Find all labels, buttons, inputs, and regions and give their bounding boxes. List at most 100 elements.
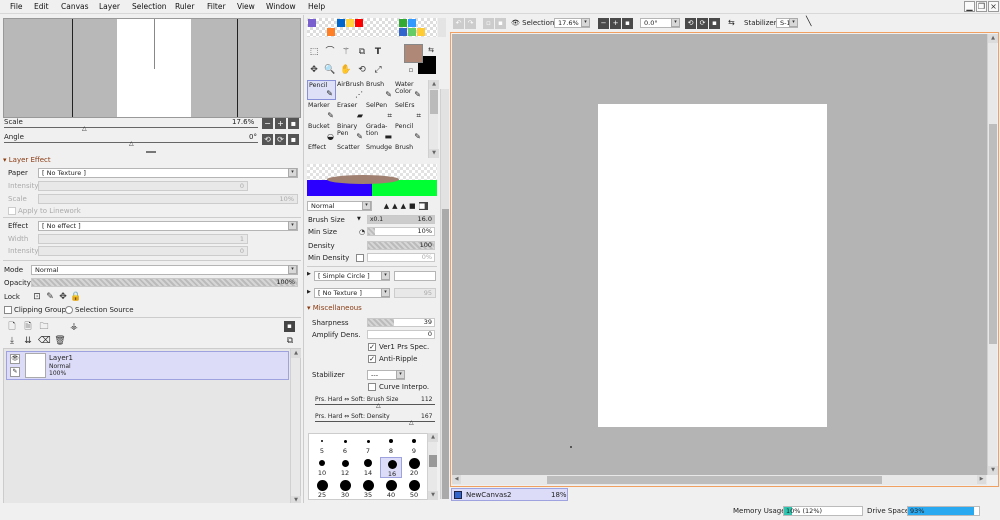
canvas-hscrollbar[interactable]: ◀ ▶ bbox=[452, 475, 987, 485]
scale-slider[interactable] bbox=[4, 127, 258, 128]
brush-size-preset[interactable]: 7 bbox=[357, 435, 379, 456]
layer-effect-header[interactable]: ▾ Layer Effect bbox=[3, 156, 51, 164]
swatch[interactable] bbox=[327, 28, 335, 36]
intensity-slider[interactable]: 0 bbox=[38, 181, 248, 191]
panel-splitter[interactable] bbox=[146, 151, 156, 153]
drawing-canvas[interactable] bbox=[598, 104, 827, 427]
brush-size-preset[interactable]: 16 bbox=[380, 457, 402, 478]
scroll-up-icon[interactable]: ▲ bbox=[429, 80, 439, 89]
brush-tool-airbrush[interactable]: AirBrush ⋰ bbox=[336, 80, 365, 100]
menu-ruler[interactable]: Ruler bbox=[175, 2, 194, 11]
prs-density-thumb[interactable]: △ bbox=[409, 419, 414, 426]
chevron-down-icon[interactable]: ▾ bbox=[288, 221, 297, 230]
layer-merge-icon[interactable]: ⚶ bbox=[68, 321, 80, 333]
effect-intensity-slider[interactable]: 0 bbox=[38, 246, 248, 256]
selection-source-label[interactable]: Selection Source bbox=[75, 306, 134, 314]
select-icon[interactable]: ⧉ bbox=[356, 46, 368, 58]
zoom-in-icon[interactable]: + bbox=[610, 18, 621, 29]
rotate-right-button[interactable]: ⟳ bbox=[275, 134, 286, 145]
brush-size-preset[interactable]: 8 bbox=[380, 435, 402, 456]
zoom-in-button[interactable]: + bbox=[275, 118, 286, 129]
swatch[interactable] bbox=[346, 19, 354, 27]
clear-layer-icon[interactable]: ⌫ bbox=[38, 335, 51, 347]
swatch[interactable] bbox=[408, 28, 416, 36]
text-tool-icon[interactable]: T bbox=[372, 46, 384, 58]
prs-size-thumb[interactable]: △ bbox=[376, 402, 381, 409]
clipping-group-checkbox[interactable] bbox=[4, 306, 12, 314]
chevron-down-icon[interactable]: ▾ bbox=[671, 18, 680, 27]
lock-transparency-icon[interactable]: ⊡ bbox=[31, 291, 43, 303]
brush-tool-selers[interactable]: SelErs ⌗ bbox=[394, 101, 423, 121]
brush-tool-marker[interactable]: Marker ✎ bbox=[307, 101, 336, 121]
paper-dropdown[interactable]: [ No Texture ] bbox=[38, 168, 298, 178]
new-folder-icon[interactable]: 🗀 bbox=[38, 321, 50, 333]
brush-size-preset[interactable]: 12 bbox=[334, 457, 356, 478]
presets-scrollbar[interactable]: ▲ ▼ bbox=[427, 433, 438, 500]
chevron-down-icon[interactable]: ▾ bbox=[362, 201, 371, 210]
scale-slider-thumb[interactable]: △ bbox=[82, 125, 87, 132]
menu-edit[interactable]: Edit bbox=[34, 2, 49, 11]
brush-shape-dropdown[interactable]: [ Simple Circle ] bbox=[314, 271, 390, 281]
swatch[interactable] bbox=[355, 19, 363, 27]
hand-icon[interactable]: ✋ bbox=[340, 64, 352, 76]
transparent-color-icon[interactable]: ▫ bbox=[405, 64, 417, 76]
chevron-down-icon[interactable]: ▾ bbox=[581, 18, 590, 27]
swap-colors-icon[interactable]: ⇆ bbox=[425, 44, 437, 56]
brush-size-preset[interactable]: 25 bbox=[311, 479, 333, 500]
brush-tool-smudge[interactable]: Smudge bbox=[365, 143, 394, 163]
brush-tool-pencil[interactable]: Pencil ✎ bbox=[307, 80, 336, 100]
scroll-down-icon[interactable]: ▼ bbox=[429, 149, 439, 158]
opacity-slider[interactable]: 100% bbox=[31, 278, 298, 287]
color-swatches[interactable] bbox=[307, 18, 437, 37]
deselect-icon[interactable]: ▫ bbox=[483, 18, 494, 29]
swatch[interactable] bbox=[399, 28, 407, 36]
brush-size-preset[interactable]: 9 bbox=[403, 435, 425, 456]
brush-size-preset[interactable]: 35 bbox=[357, 479, 379, 500]
prs-size-slider[interactable] bbox=[315, 404, 435, 405]
swatch[interactable] bbox=[417, 28, 425, 36]
layer-list-scrollbar[interactable]: ▲ ▼ bbox=[290, 349, 301, 505]
angle-slider-thumb[interactable]: △ bbox=[129, 140, 134, 147]
brush-tool-scatter[interactable]: Scatter bbox=[336, 143, 365, 163]
selection-toggle[interactable]: 👁 Selection bbox=[511, 19, 554, 27]
min-density-slider[interactable]: 0% bbox=[367, 253, 435, 262]
lock-all-icon[interactable]: 🔒 bbox=[70, 291, 82, 303]
delete-layer-icon[interactable]: 🗑 bbox=[54, 335, 66, 347]
scroll-down-icon[interactable]: ▼ bbox=[428, 491, 438, 500]
brush-tool-grada-tion[interactable]: Grada-tion ▬ bbox=[365, 122, 394, 142]
scroll-left-icon[interactable]: ◀ bbox=[452, 475, 461, 484]
selection-source-radio[interactable] bbox=[65, 306, 73, 314]
zoom-out-icon[interactable]: − bbox=[598, 18, 609, 29]
flip-horizontal-icon[interactable]: ⇆ bbox=[728, 18, 735, 27]
brush-tool-brush[interactable]: Brush ✎ bbox=[365, 80, 394, 100]
brush-size-preset[interactable]: 14 bbox=[357, 457, 379, 478]
swatch[interactable] bbox=[408, 19, 416, 27]
lock-move-icon[interactable]: ✥ bbox=[57, 291, 69, 303]
layer-visibility-icon[interactable]: 👁 bbox=[10, 354, 20, 364]
density-slider[interactable]: 100 bbox=[367, 241, 435, 250]
anti-ripple-label[interactable]: Anti-Ripple bbox=[379, 355, 417, 363]
canvas-viewport[interactable] bbox=[452, 34, 987, 475]
ver1-checkbox[interactable]: ✓ bbox=[368, 343, 376, 351]
miscellaneous-header[interactable]: ▾ Miscellaneous bbox=[307, 304, 362, 312]
navigator-preview[interactable] bbox=[3, 18, 301, 118]
chevron-down-icon[interactable]: ▾ bbox=[288, 168, 297, 177]
amplify-slider[interactable]: 0 bbox=[367, 330, 435, 339]
brush-tool-eraser[interactable]: Eraser ▰ bbox=[336, 101, 365, 121]
menu-canvas[interactable]: Canvas bbox=[61, 2, 89, 11]
brush-size-slider[interactable]: x0.1 16.0 bbox=[367, 215, 435, 224]
menu-file[interactable]: File bbox=[10, 2, 23, 11]
brush-size-preset[interactable]: 10 bbox=[311, 457, 333, 478]
zoom-reset-button[interactable]: ▪ bbox=[288, 118, 299, 129]
rotate-reset-icon[interactable]: ▪ bbox=[709, 18, 720, 29]
rotate-cw-icon[interactable]: ⟳ bbox=[697, 18, 708, 29]
rect-select-icon[interactable]: ⬚ bbox=[308, 46, 320, 58]
layer-properties-icon[interactable]: ⧉ bbox=[284, 335, 296, 347]
brush-tool-brush[interactable]: Brush bbox=[394, 143, 423, 163]
redo-icon[interactable]: ↷ bbox=[465, 18, 476, 29]
brush-shape-selector[interactable]: ▲▲▲■■ bbox=[376, 200, 436, 212]
apply-linework-label[interactable]: Apply to Linework bbox=[18, 207, 81, 215]
brush-size-preset[interactable]: 5 bbox=[311, 435, 333, 456]
menu-layer[interactable]: Layer bbox=[99, 2, 120, 11]
swatch-scrollbar[interactable] bbox=[438, 18, 446, 37]
